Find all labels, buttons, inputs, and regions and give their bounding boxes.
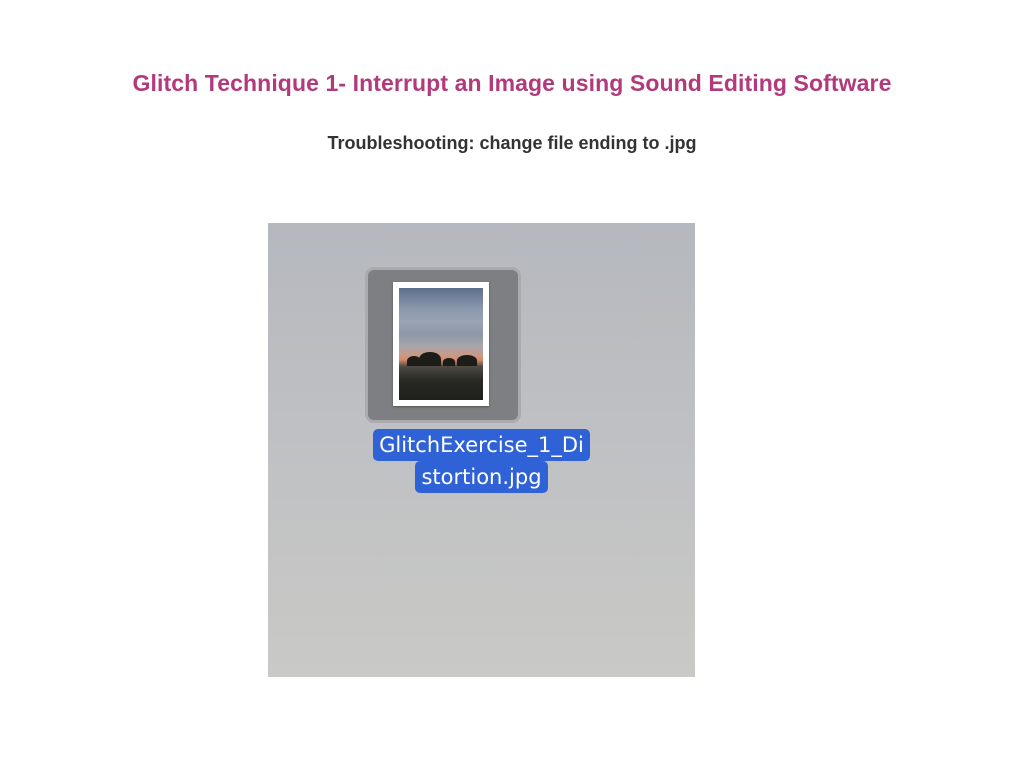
file-icon-selection-highlight[interactable] [368, 270, 518, 420]
tree-silhouette [443, 358, 455, 366]
jpg-file-thumbnail-icon[interactable] [393, 282, 489, 406]
finder-desktop-screenshot: GlitchExercise_1_Di stortion.jpg [268, 223, 695, 677]
slide: Glitch Technique 1- Interrupt an Image u… [0, 0, 1024, 768]
tree-silhouette [419, 352, 441, 366]
slide-subtitle: Troubleshooting: change file ending to .… [327, 133, 697, 153]
sunset-photo-preview [399, 288, 483, 400]
slide-title: Glitch Technique 1- Interrupt an Image u… [132, 70, 892, 96]
file-name-line-1[interactable]: GlitchExercise_1_Di [373, 429, 590, 461]
file-name-line-2[interactable]: stortion.jpg [415, 461, 548, 493]
tree-silhouette [457, 355, 477, 366]
file-name-label[interactable]: GlitchExercise_1_Di stortion.jpg [268, 429, 695, 493]
